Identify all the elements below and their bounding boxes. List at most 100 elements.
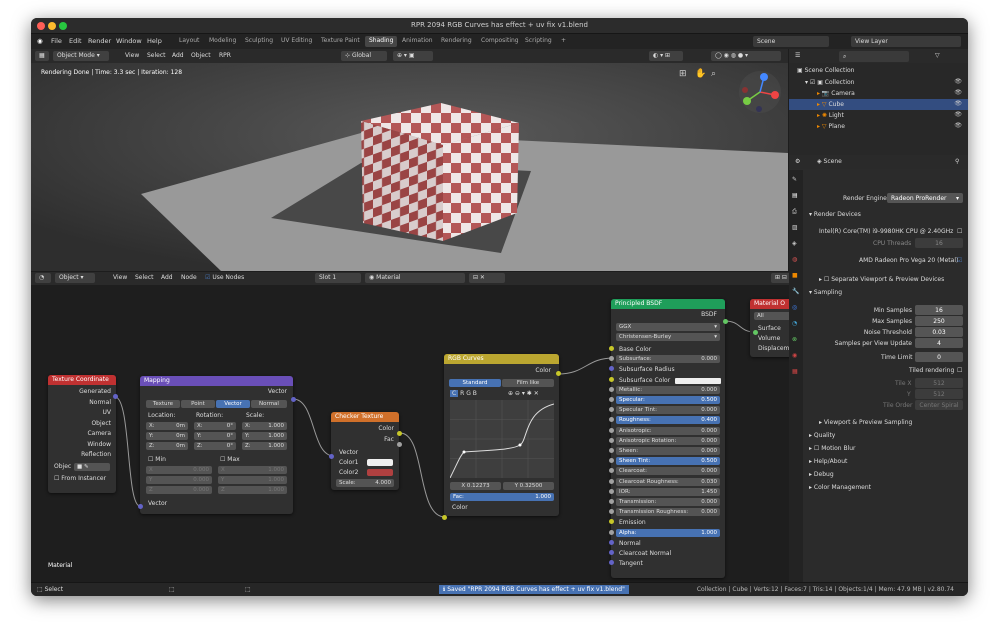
material-tab-icon[interactable]: ◉ [792,352,797,359]
bsdf-input-row[interactable]: Anisotropic: 0.000 [616,426,720,435]
editor-type-icon[interactable]: ▦ [35,51,49,61]
bsdf-input-socket[interactable] [609,488,614,494]
mapping-type-point[interactable]: Point [181,400,215,408]
shader-node-editor[interactable]: ◔ Object ▾ View Select Add Node ☑ Use No… [31,272,803,582]
mapping-rotation-y[interactable]: Y: 0° [194,432,236,440]
outliner-item-collection[interactable]: ▾ ☑ ▣ Collection 👁 [789,77,968,88]
curves-mode-film-like[interactable]: Film like [502,379,554,387]
sampling-panel[interactable]: ▾ Sampling [809,289,842,296]
viewport-menu-object[interactable]: Object [187,51,215,61]
curves-x-field[interactable]: X 0.12273 [450,482,501,490]
time-limit-field[interactable]: 0 [915,352,963,362]
camera-view-icon[interactable]: ✋ [695,69,706,79]
mapping-location-x[interactable]: X: 0m [146,422,188,430]
texcoord-object-field[interactable]: ■ ✎ [74,463,110,471]
visibility-eye-icon[interactable]: 👁 [954,100,962,107]
cpu-device-checkbox[interactable]: ☐ [957,228,962,235]
bsdf-input-row[interactable]: Specular: 0.500 [616,396,720,404]
mapping-min-checkbox[interactable]: ☐ Min [148,456,166,463]
scene-tab-icon[interactable]: ◈ [792,240,797,247]
sampling-row-field[interactable]: 16 [915,305,963,315]
bsdf-input-row[interactable]: Metallic: 0.000 [616,385,720,394]
from-instancer-checkbox[interactable]: ☐ From Instancer [54,475,106,482]
zoom-icon[interactable]: ⌕ [711,69,716,79]
scene-selector[interactable]: Scene [753,36,829,47]
3d-viewport[interactable]: ▦ Object Mode ▾ View Select Add Object R… [31,49,788,271]
view-layer-tab-icon[interactable]: ▨ [792,224,798,231]
add-workspace-button[interactable]: + [557,36,570,47]
tab-animation[interactable]: Animation [398,36,437,47]
bsdf-input-socket[interactable] [609,478,614,484]
outliner-search-input[interactable]: ⌕ [839,51,909,62]
tab-shading[interactable]: Shading [365,36,398,47]
render-devices-panel[interactable]: ▾ Render Devices [809,211,861,218]
motion-blur-panel[interactable]: ▸ ☐ Motion Blur [809,445,856,452]
particles-tab-icon[interactable]: ◎ [792,304,797,311]
viewport-menu-rpr[interactable]: RPR [215,51,235,61]
visibility-eye-icon[interactable]: 👁 [954,122,962,129]
menu-file[interactable]: File [51,37,62,45]
checker-color2-swatch[interactable] [367,469,393,476]
mapping-type-vector[interactable]: Vector [216,400,250,408]
bsdf-input-row[interactable]: IOR: 1.450 [616,487,720,496]
color-management-panel[interactable]: ▸ Color Management [809,484,871,491]
bsdf-input-row[interactable]: Anisotropic Rotation: 0.000 [616,436,720,445]
mapping-type-texture[interactable]: Texture [146,400,180,408]
tab-scripting[interactable]: Scripting [521,36,556,47]
outliner-item-light[interactable]: ▸ ✺ Light 👁 [789,110,968,121]
bsdf-input-row[interactable]: Alpha: 1.000 [616,528,720,537]
bsdf-input-socket[interactable] [609,550,614,555]
curves-graph[interactable] [450,400,554,478]
checker-texture-node[interactable]: Checker Texture Color Fac Vector Color1 … [331,412,399,490]
visibility-eye-icon[interactable]: 👁 [954,89,962,96]
world-tab-icon[interactable]: ◍ [792,256,797,263]
render-engine-dropdown[interactable]: Radeon ProRender ▾ [887,193,963,203]
curves-tool-icons[interactable]: ⊕ ⊖ ▾ ✱ ✕ [508,390,539,397]
sampling-row-field[interactable]: 250 [915,316,963,326]
grid-icon[interactable]: ⊞ [679,69,687,79]
mapping-location-y[interactable]: Y: 0m [146,432,188,440]
bsdf-input-row[interactable]: Transmission Roughness: 0.000 [616,508,720,517]
bsdf-input-row[interactable]: Sheen: 0.000 [616,447,720,455]
render-tab-icon[interactable]: ▤ [792,192,798,199]
bsdf-input-row[interactable]: Roughness: 0.400 [616,416,720,425]
bsdf-input-socket[interactable] [609,346,614,351]
curves-color-output-socket[interactable] [556,371,561,376]
properties-type-icon[interactable]: ⚙ [795,158,800,165]
mapping-node[interactable]: Mapping Vector Texture Point Vector Norm… [140,376,293,514]
mapping-max-checkbox[interactable]: ☐ Max [220,456,240,463]
mapping-max-y[interactable]: Y 1.000 [218,476,287,484]
y-axis-icon[interactable] [743,97,751,105]
bsdf-input-socket[interactable] [609,448,614,453]
shading-mode-buttons[interactable]: ◯ ◉ ◍ ● ▾ [711,51,781,61]
bsdf-input-socket[interactable] [609,397,614,402]
view-layer-selector[interactable]: View Layer [851,36,961,47]
separate-devices-toggle[interactable]: ▸ ☐ Separate Viewport & Preview Devices [819,276,944,283]
texture-tab-icon[interactable]: ▦ [792,368,798,375]
viewport-menu-select[interactable]: Select [143,51,170,61]
debug-panel[interactable]: ▸ Debug [809,471,834,478]
checker-color1-swatch[interactable] [367,459,393,466]
mapping-min-z[interactable]: Z 0.000 [146,486,212,494]
bsdf-input-row[interactable]: Transmission: 0.000 [616,498,720,506]
blender-logo-icon[interactable]: ◉ [37,37,43,45]
outliner-item-plane[interactable]: ▸ ▽ Plane 👁 [789,121,968,132]
bsdf-input-row[interactable]: Subsurface: 0.000 [616,355,720,364]
mapping-type-normal[interactable]: Normal [251,400,287,408]
rgb-curves-node[interactable]: RGB Curves Color Standard Film like C R … [444,354,559,516]
curves-mode-standard[interactable]: Standard [449,379,501,387]
curves-fac-field[interactable]: Fac: 1.000 [450,493,554,501]
bsdf-input-socket[interactable] [609,376,614,382]
mapping-max-x[interactable]: X 1.000 [218,466,287,474]
gizmo-toggles[interactable]: ◐ ▾ ⊞ [649,51,683,61]
checker-vector-socket[interactable] [329,454,334,459]
physics-tab-icon[interactable]: ◔ [792,320,797,327]
bsdf-distribution-dropdown[interactable]: GGX ▾ [616,323,720,331]
tab-sculpting[interactable]: Sculpting [241,36,277,47]
sampling-row-field[interactable]: 0.03 [915,327,963,337]
constraints-tab-icon[interactable]: ⊗ [792,336,797,343]
checker-fac-socket[interactable] [397,442,402,447]
filter-icon[interactable]: ▽ [935,52,940,59]
menu-window[interactable]: Window [116,37,142,45]
tile-order-dropdown[interactable]: Center Spiral [915,400,963,410]
